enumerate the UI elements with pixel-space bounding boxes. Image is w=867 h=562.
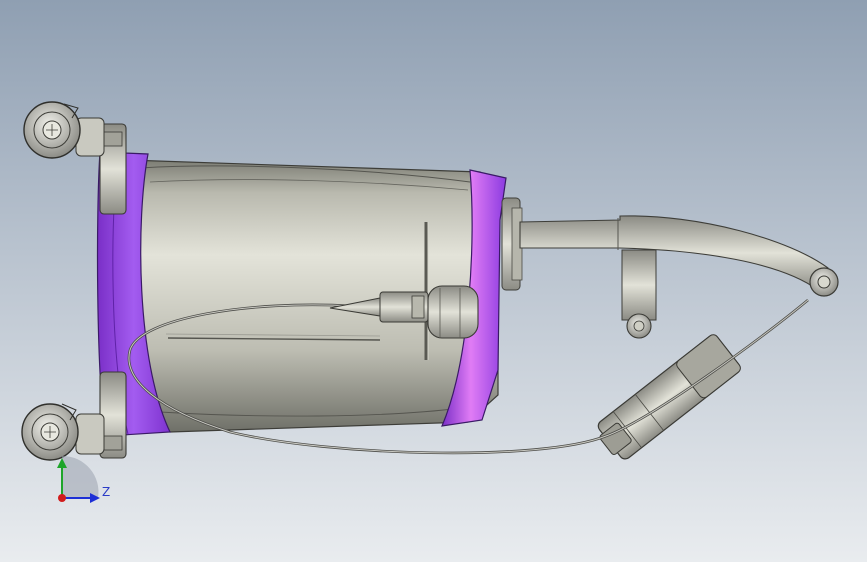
triad-plane	[62, 455, 99, 498]
z-axis-label: Z	[102, 485, 111, 499]
cad-model-drawing	[21, 101, 839, 503]
right-collar	[501, 197, 523, 291]
triad-origin	[58, 494, 66, 502]
top-wheel-assembly	[23, 101, 127, 215]
handheld-unit	[597, 334, 741, 460]
cad-viewport[interactable]: Z	[0, 0, 867, 562]
bottom-wheel-assembly	[21, 371, 127, 461]
support-arm	[519, 215, 839, 339]
coordinate-triad	[57, 455, 100, 503]
